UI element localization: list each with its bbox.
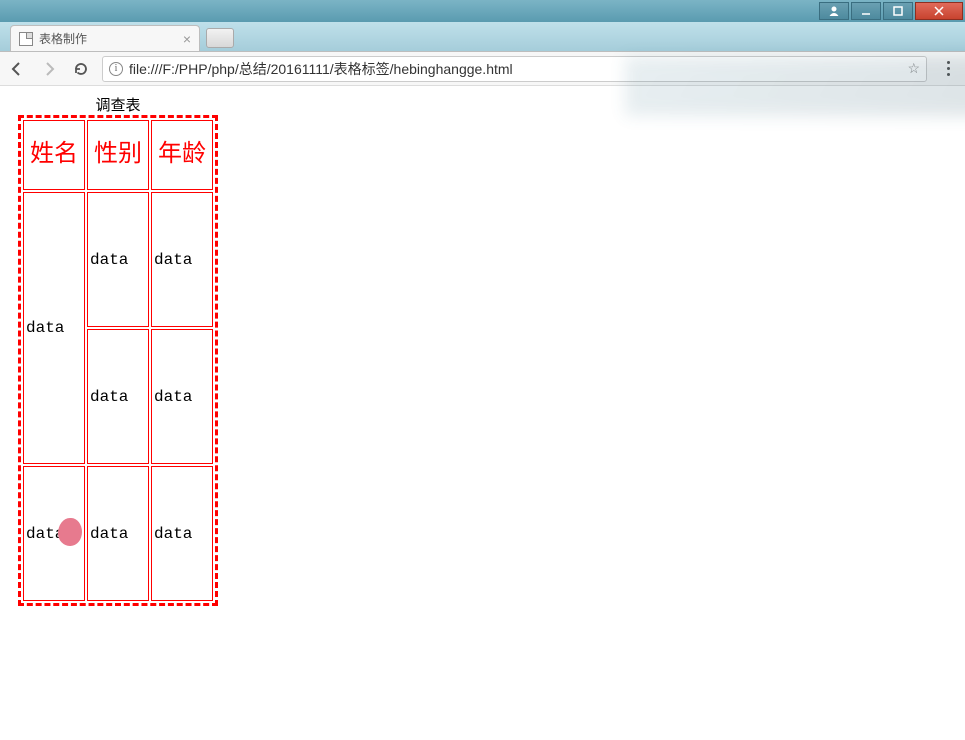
window-titlebar bbox=[0, 0, 965, 22]
cell-age: data bbox=[151, 329, 213, 464]
tab-strip: 表格制作 × bbox=[0, 22, 965, 52]
toolbar: i file:///F:/PHP/php/总结/20161111/表格标签/he… bbox=[0, 52, 965, 86]
new-tab-button[interactable] bbox=[206, 28, 234, 48]
address-bar[interactable]: i file:///F:/PHP/php/总结/20161111/表格标签/he… bbox=[102, 56, 927, 82]
cell-age: data bbox=[151, 192, 213, 327]
browser-tab[interactable]: 表格制作 × bbox=[10, 25, 200, 51]
cell-age: data bbox=[151, 466, 213, 601]
minimize-button[interactable] bbox=[851, 2, 881, 20]
reload-button[interactable] bbox=[70, 58, 92, 80]
close-button[interactable] bbox=[915, 2, 963, 20]
tab-title: 表格制作 bbox=[39, 30, 177, 47]
menu-button[interactable] bbox=[937, 61, 959, 76]
document-icon bbox=[19, 32, 33, 46]
header-gender: 性别 bbox=[87, 120, 149, 190]
table-row: data data data bbox=[23, 466, 213, 601]
cell-gender: data bbox=[87, 466, 149, 601]
cell-gender: data bbox=[87, 329, 149, 464]
table-header-row: 姓名 性别 年龄 bbox=[23, 120, 213, 190]
back-button[interactable] bbox=[6, 58, 28, 80]
table-caption: 调查表 bbox=[18, 94, 218, 115]
close-tab-icon[interactable]: × bbox=[183, 32, 191, 46]
table-row: data data data bbox=[23, 192, 213, 327]
forward-button[interactable] bbox=[38, 58, 60, 80]
survey-table: 调查表 姓名 性别 年龄 data data data data data da… bbox=[18, 94, 218, 606]
maximize-button[interactable] bbox=[883, 2, 913, 20]
cell-gender: data bbox=[87, 192, 149, 327]
page-content: 调查表 姓名 性别 年龄 data data data data data da… bbox=[0, 86, 965, 740]
header-name: 姓名 bbox=[23, 120, 85, 190]
cell-name-merged: data bbox=[23, 192, 85, 464]
site-info-icon[interactable]: i bbox=[109, 62, 123, 76]
bookmark-star-icon[interactable]: ☆ bbox=[907, 60, 920, 77]
cursor-highlight-icon bbox=[58, 518, 82, 546]
user-button[interactable] bbox=[819, 2, 849, 20]
header-age: 年龄 bbox=[151, 120, 213, 190]
url-text: file:///F:/PHP/php/总结/20161111/表格标签/hebi… bbox=[129, 59, 901, 79]
